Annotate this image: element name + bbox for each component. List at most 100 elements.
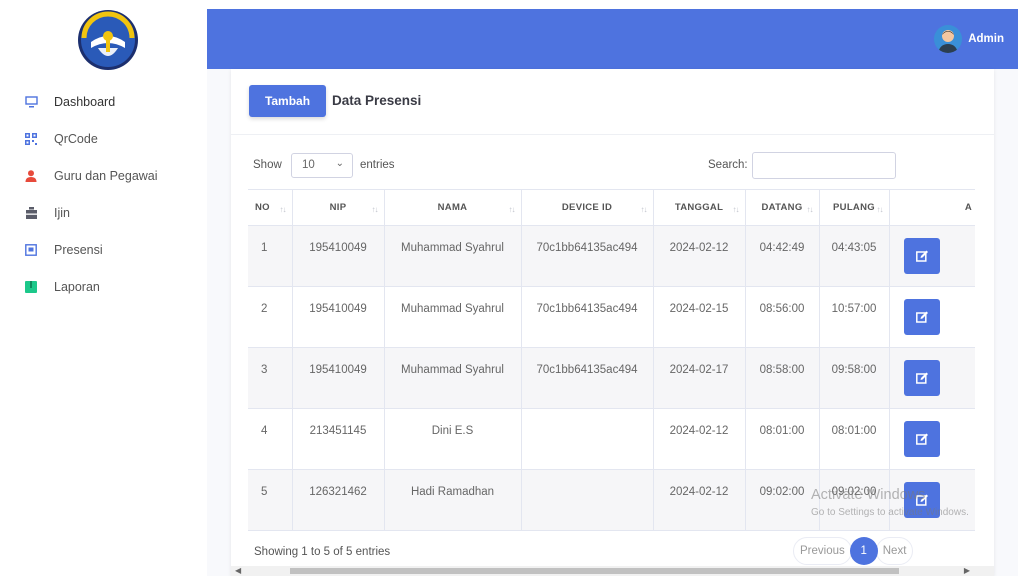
column-header-nama[interactable]: NAMA ↑↓ — [384, 189, 522, 226]
cell-nip: 195410049 — [292, 225, 385, 287]
sort-icon: ↑↓ — [279, 205, 287, 214]
sidebar-item-laporan[interactable]: Laporan — [24, 277, 100, 297]
column-header-label: NIP — [329, 202, 347, 213]
cell-datang: 04:42:49 — [745, 225, 820, 287]
entries-length-select[interactable]: 10 ⌄ — [291, 153, 353, 178]
pagination: Previous 1 Next — [793, 537, 914, 565]
cell-nama: Muhammad Syahrul — [384, 225, 522, 287]
search-label: Search: — [708, 159, 748, 171]
sidebar-item-presensi[interactable]: Presensi — [24, 240, 103, 260]
horizontal-scrollbar[interactable]: ◀ ▶ — [231, 566, 994, 576]
id-card-icon — [24, 243, 38, 257]
edit-icon — [915, 372, 928, 384]
sort-icon: ↑↓ — [806, 205, 814, 214]
next-page-button[interactable]: Next — [875, 537, 914, 565]
scrollbar-thumb[interactable] — [290, 568, 899, 574]
edit-button[interactable] — [903, 360, 940, 396]
column-header-label: DATANG — [761, 202, 803, 213]
table-wrapper: NO ↑↓ NIP ↑↓ NAMA ↑↓ DEVICE ID ↑↓ TANGGAL ↑↓ … — [248, 189, 975, 531]
sidebar-item-qrcode[interactable]: QrCode — [24, 129, 98, 149]
sidebar-item-label: Laporan — [54, 280, 100, 294]
watermark-title: Activate Windows — [811, 487, 926, 503]
sidebar-item-ijin[interactable]: Ijin — [24, 203, 70, 223]
column-header-pulang[interactable]: PULANG ↑↓ — [819, 189, 890, 226]
entries-label: entries — [360, 159, 395, 171]
cell-aksi — [889, 286, 975, 348]
cell-datang: 08:56:00 — [745, 286, 820, 348]
edit-button[interactable] — [903, 299, 940, 335]
column-header-aksi[interactable]: A — [889, 189, 975, 226]
column-header-tanggal[interactable]: TANGGAL ↑↓ — [653, 189, 746, 226]
user-name: Admin — [968, 33, 1004, 45]
column-header-no[interactable]: NO ↑↓ — [248, 189, 293, 226]
user-menu[interactable]: Admin — [934, 25, 1004, 53]
column-header-nip[interactable]: NIP ↑↓ — [292, 189, 385, 226]
cell-no: 2 — [248, 286, 293, 348]
cell-tanggal: 2024-02-12 — [653, 225, 746, 287]
cell-datang: 08:01:00 — [745, 408, 820, 470]
cell-tanggal: 2024-02-17 — [653, 347, 746, 409]
column-header-datang[interactable]: DATANG ↑↓ — [745, 189, 820, 226]
cell-device-id — [521, 408, 654, 470]
tambah-button[interactable]: Tambah — [249, 85, 326, 117]
cell-tanggal: 2024-02-12 — [653, 469, 746, 531]
cell-device-id: 70c1bb64135ac494 — [521, 286, 654, 348]
cell-nip: 213451145 — [292, 408, 385, 470]
scroll-left-arrow-icon[interactable]: ◀ — [235, 566, 241, 575]
column-header-device-id[interactable]: DEVICE ID ↑↓ — [521, 189, 654, 226]
cell-aksi — [889, 225, 975, 287]
avatar — [934, 25, 963, 53]
windows-activation-watermark: Activate Windows Go to Settings to activ… — [811, 487, 969, 518]
cell-pulang: 04:43:05 — [819, 225, 890, 287]
cell-pulang: 10:57:00 — [819, 286, 890, 348]
cell-tanggal: 2024-02-15 — [653, 286, 746, 348]
tut-wuri-handayani-logo[interactable] — [76, 8, 140, 72]
monitor-icon — [24, 95, 38, 109]
cell-nama: Hadi Ramadhan — [384, 469, 522, 531]
cell-nip: 195410049 — [292, 347, 385, 409]
column-header-label: DEVICE ID — [561, 202, 613, 213]
cell-nip: 126321462 — [292, 469, 385, 531]
cell-aksi — [889, 408, 975, 470]
sort-icon: ↑↓ — [508, 205, 516, 214]
qrcode-icon — [24, 132, 38, 146]
table-row: 1 195410049 Muhammad Syahrul 70c1bb64135… — [248, 225, 975, 287]
sort-icon: ↑↓ — [876, 205, 884, 214]
sort-icon: ↑↓ — [371, 205, 379, 214]
user-icon — [24, 169, 38, 183]
cell-tanggal: 2024-02-12 — [653, 408, 746, 470]
table-header-row: NO ↑↓ NIP ↑↓ NAMA ↑↓ DEVICE ID ↑↓ TANGGAL ↑↓ … — [248, 189, 975, 226]
sort-icon: ↑↓ — [732, 205, 740, 214]
entries-length-value: 10 — [302, 159, 315, 171]
sidebar-item-label: Ijin — [54, 206, 70, 220]
table-row: 2 195410049 Muhammad Syahrul 70c1bb64135… — [248, 286, 975, 348]
sidebar-item-guru-dan-pegawai[interactable]: Guru dan Pegawai — [24, 166, 158, 186]
previous-page-button[interactable]: Previous — [793, 537, 852, 565]
column-header-label: A — [964, 202, 973, 213]
edit-icon — [915, 250, 928, 262]
page-title: Data Presensi — [332, 93, 422, 108]
sidebar-item-dashboard[interactable]: Dashboard — [24, 92, 115, 112]
sidebar-item-label: Dashboard — [54, 95, 116, 109]
cell-no: 4 — [248, 408, 293, 470]
edit-icon — [915, 433, 928, 445]
chevron-down-icon: ⌄ — [335, 158, 344, 169]
cell-device-id — [521, 469, 654, 531]
cell-pulang: 09:58:00 — [819, 347, 890, 409]
edit-button[interactable] — [903, 421, 940, 457]
cell-device-id: 70c1bb64135ac494 — [521, 225, 654, 287]
search-input[interactable] — [752, 152, 896, 179]
show-label: Show — [253, 159, 282, 171]
edit-button[interactable] — [903, 238, 940, 274]
table-row: 4 213451145 Dini E.S 2024-02-12 08:01:00… — [248, 408, 975, 470]
cell-no: 3 — [248, 347, 293, 409]
cell-nama: Dini E.S — [384, 408, 522, 470]
sidebar-item-label: Presensi — [54, 243, 103, 257]
scroll-right-arrow-icon[interactable]: ▶ — [964, 566, 970, 575]
cell-nama: Muhammad Syahrul — [384, 347, 522, 409]
page-1-button[interactable]: 1 — [849, 537, 878, 565]
column-header-label: NO — [255, 202, 270, 213]
cell-datang: 08:58:00 — [745, 347, 820, 409]
cell-datang: 09:02:00 — [745, 469, 820, 531]
column-header-label: TANGGAL — [674, 202, 724, 213]
